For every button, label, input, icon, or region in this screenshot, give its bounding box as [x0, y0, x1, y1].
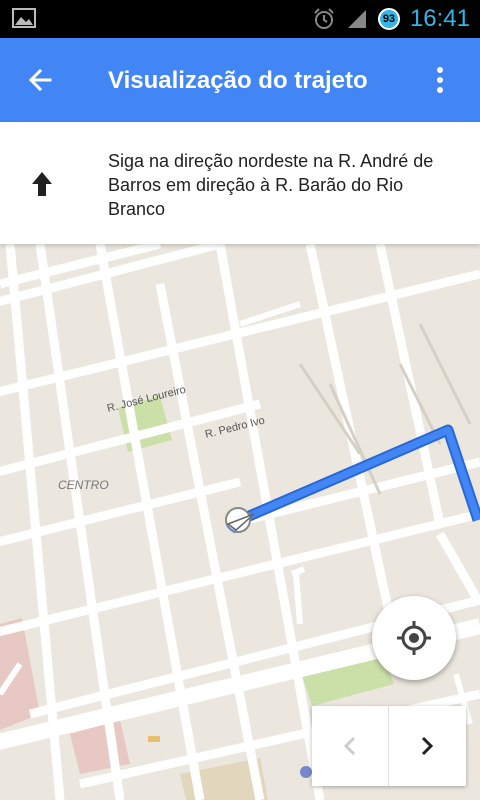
poi-marker — [148, 736, 160, 742]
clock: 16:41 — [409, 5, 470, 32]
status-bar: 93 16:41 — [0, 0, 480, 38]
direction-instruction-panel[interactable]: Siga na direção nordeste na R. André de … — [0, 122, 480, 244]
arrow-back-icon — [28, 68, 52, 92]
alarm-icon — [314, 8, 334, 29]
chevron-right-icon — [421, 736, 434, 756]
back-button[interactable] — [20, 60, 60, 100]
status-icons: 93 16:41 — [312, 0, 470, 38]
app-bar: Visualização do trajeto — [0, 38, 480, 122]
more-vert-icon — [437, 67, 443, 93]
gallery-notification-icon — [12, 8, 36, 28]
previous-step-button[interactable] — [312, 706, 388, 786]
poi-marker — [300, 766, 312, 778]
next-step-button[interactable] — [389, 706, 466, 786]
step-navigation — [312, 706, 466, 786]
battery-level-badge: 93 — [377, 8, 400, 30]
arrow-up-icon — [32, 172, 52, 196]
area-label-centro: CENTRO — [58, 478, 109, 492]
my-location-icon — [397, 621, 431, 655]
overflow-menu-button[interactable] — [422, 60, 458, 100]
signal-icon — [347, 10, 366, 28]
chevron-left-icon — [343, 736, 356, 756]
instruction-text: Siga na direção nordeste na R. André de … — [108, 151, 434, 219]
page-title: Visualização do trajeto — [108, 67, 368, 94]
my-location-button[interactable] — [372, 596, 456, 680]
